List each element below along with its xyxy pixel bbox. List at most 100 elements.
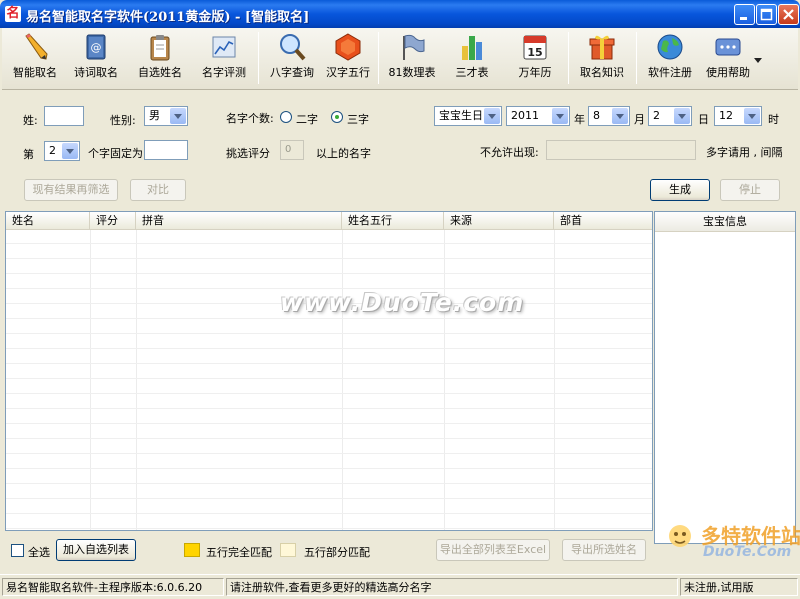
toolbar-btn-name-test[interactable]: 名字评测 <box>198 32 250 84</box>
export-selected-button[interactable]: 导出所选姓名 <box>562 539 646 561</box>
minimize-icon <box>740 17 747 20</box>
close-button[interactable] <box>778 4 799 25</box>
toolbar-btn-bazi[interactable]: 八字查询 <box>266 32 318 84</box>
brand-logo-line2: DuoTe.Com <box>703 544 792 560</box>
empty-table-row <box>6 485 652 499</box>
svg-text:@: @ <box>91 41 102 54</box>
col-name[interactable]: 姓名 <box>6 212 90 230</box>
day-select[interactable]: 2 <box>648 106 692 126</box>
chevron-down-icon <box>744 108 760 124</box>
chevron-down-icon <box>552 108 568 124</box>
empty-table-row <box>6 500 652 514</box>
flag-icon <box>397 32 427 62</box>
score-input[interactable]: 0 <box>280 140 304 160</box>
minimize-button[interactable] <box>734 4 755 25</box>
chevron-down-icon <box>484 108 500 124</box>
exclude-input[interactable] <box>546 140 696 160</box>
globe-icon <box>655 32 685 62</box>
chart-icon <box>209 32 239 62</box>
month-select[interactable]: 8 <box>588 106 630 126</box>
month-label: 月 <box>634 113 645 126</box>
col-five-elements[interactable]: 姓名五行 <box>342 212 444 230</box>
empty-table-row <box>6 230 652 244</box>
score-label: 挑选评分 <box>226 147 270 160</box>
empty-table-row <box>6 245 652 259</box>
empty-table-row <box>6 410 652 424</box>
results-table[interactable]: 姓名 评分 拼音 姓名五行 来源 部首 <box>5 211 653 531</box>
baby-info-panel: 宝宝信息 <box>654 211 796 544</box>
bar-chart-icon <box>457 32 487 62</box>
toolbar-btn-five-elements[interactable]: 汉字五行 <box>322 32 374 84</box>
toolbar-btn-calendar[interactable]: 15 万年历 <box>510 32 560 84</box>
col-score[interactable]: 评分 <box>90 212 136 230</box>
col-radical[interactable]: 部首 <box>554 212 652 230</box>
add-to-list-button[interactable]: 加入自选列表 <box>56 539 136 561</box>
gender-label: 性别: <box>110 114 136 127</box>
export-excel-button[interactable]: 导出全部列表至Excel <box>436 539 550 561</box>
calendar-icon: 15 <box>520 32 550 62</box>
exclude-label: 不允许出现: <box>480 146 539 159</box>
magnifier-icon <box>277 32 307 62</box>
fixed-char-input[interactable] <box>144 140 188 160</box>
status-registration: 未注册,试用版 <box>680 578 798 596</box>
status-version: 易名智能取名软件-主程序版本:6.0.6.20 <box>2 578 224 596</box>
order-label: 第 <box>23 148 34 161</box>
compare-button[interactable]: 对比 <box>130 179 186 201</box>
chevron-down-icon <box>62 143 78 159</box>
maximize-button[interactable] <box>756 4 777 25</box>
radio-three-char[interactable] <box>331 111 343 123</box>
stop-button[interactable]: 停止 <box>720 179 780 201</box>
filter-results-button[interactable]: 现有结果再筛选 <box>24 179 118 201</box>
gift-icon <box>587 32 617 62</box>
empty-table-row <box>6 440 652 454</box>
year-select[interactable]: 2011 <box>506 106 570 126</box>
select-all-checkbox[interactable] <box>11 544 24 557</box>
day-label: 日 <box>698 113 709 126</box>
name-count-label: 名字个数: <box>226 112 274 125</box>
toolbar-separator <box>258 32 259 84</box>
empty-table-row <box>6 515 652 529</box>
empty-table-row <box>6 380 652 394</box>
close-icon <box>783 9 794 20</box>
brand-logo: 多特软件站 DuoTe.Com <box>665 520 800 580</box>
toolbar-separator <box>636 32 637 84</box>
birth-type-select[interactable]: 宝宝生日 <box>434 106 502 126</box>
empty-table-row <box>6 260 652 274</box>
radio-two-char[interactable] <box>280 111 292 123</box>
toolbar-btn-help[interactable]: 使用帮助 <box>702 32 754 84</box>
full-match-label: 五行完全匹配 <box>206 546 272 559</box>
chevron-down-icon <box>612 108 628 124</box>
svg-text:15: 15 <box>527 46 542 59</box>
partial-match-swatch <box>280 543 296 557</box>
toolbar-btn-poetry-naming[interactable]: @ 诗词取名 <box>70 32 122 84</box>
toolbar-btn-smart-naming[interactable]: 智能取名 <box>8 32 62 84</box>
toolbar-overflow-chevron-icon[interactable] <box>754 54 762 67</box>
empty-table-row <box>6 335 652 349</box>
toolbar-separator <box>378 32 379 84</box>
col-source[interactable]: 来源 <box>444 212 554 230</box>
surname-input[interactable] <box>44 106 84 126</box>
empty-table-row <box>6 425 652 439</box>
toolbar-separator <box>568 32 569 84</box>
hour-select[interactable]: 12 <box>714 106 762 126</box>
toolbar-btn-81-table[interactable]: 81数理表 <box>386 32 438 84</box>
status-message: 请注册软件,查看更多更好的精选高分名字 <box>226 578 678 596</box>
toolbar-btn-sancai[interactable]: 三才表 <box>448 32 496 84</box>
app-logo-icon: 名 <box>5 6 21 22</box>
toolbar-btn-naming-knowledge[interactable]: 取名知识 <box>576 32 628 84</box>
generate-button[interactable]: 生成 <box>650 179 710 201</box>
gender-select[interactable]: 男 <box>144 106 188 126</box>
order-select[interactable]: 2 <box>44 141 80 161</box>
hexagon-icon <box>333 32 363 62</box>
maximize-icon <box>760 8 773 21</box>
full-match-swatch <box>184 543 200 557</box>
exclude-hint: 多字请用 , 间隔 <box>706 146 783 159</box>
search-form: 姓: 性别: 男 名字个数: 二字 三字 宝宝生日 2011 年 8 月 2 日… <box>2 92 798 210</box>
radio-two-char-label: 二字 <box>296 113 318 126</box>
chevron-down-icon <box>170 108 186 124</box>
window-title: 易名智能取名字软件(2011黄金版) - [智能取名] <box>26 10 310 25</box>
toolbar-btn-register[interactable]: 软件注册 <box>644 32 696 84</box>
toolbar-btn-custom-name[interactable]: 自选姓名 <box>134 32 186 84</box>
col-pinyin[interactable]: 拼音 <box>136 212 342 230</box>
status-bar: 易名智能取名软件-主程序版本:6.0.6.20 请注册软件,查看更多更好的精选高… <box>0 574 800 599</box>
